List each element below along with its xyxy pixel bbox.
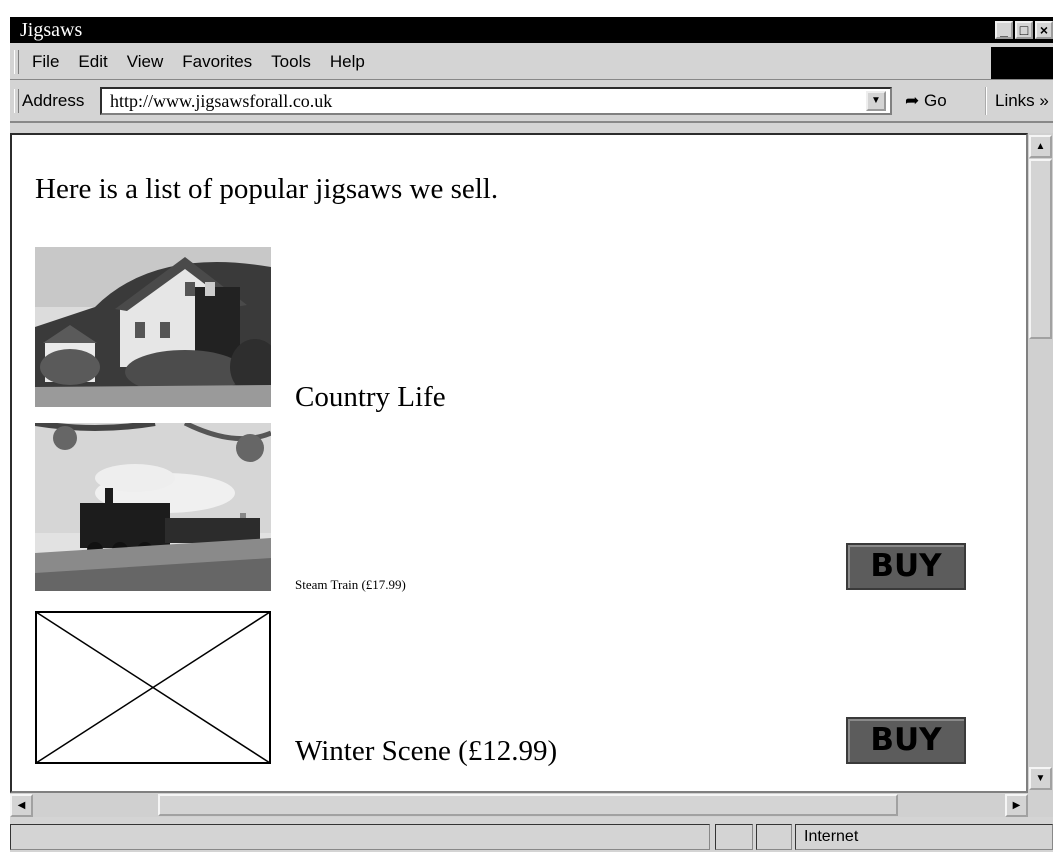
- toolbar-grip: [14, 50, 19, 74]
- maximize-button[interactable]: □: [1015, 21, 1033, 39]
- close-button[interactable]: ×: [1035, 21, 1053, 39]
- vertical-scroll-thumb[interactable]: [1029, 159, 1052, 339]
- menu-items: File Edit View Favorites Tools Help: [32, 45, 384, 79]
- menu-favorites[interactable]: Favorites: [182, 45, 252, 79]
- browser-window: Jigsaws _ □ × File Edit View Favorites T…: [8, 15, 1053, 852]
- address-input[interactable]: http://www.jigsawsforall.co.uk ▼: [100, 87, 892, 115]
- menu-tools[interactable]: Tools: [271, 45, 311, 79]
- links-button[interactable]: Links »: [985, 87, 1049, 115]
- vertical-scrollbar[interactable]: ▲ ▼: [1028, 133, 1053, 793]
- horizontal-scrollbar[interactable]: ◀ ▶: [10, 793, 1053, 817]
- horizontal-scroll-thumb[interactable]: [158, 794, 898, 816]
- links-label: Links: [995, 91, 1035, 110]
- product-caption-winter-scene: Winter Scene (£12.99): [295, 735, 558, 767]
- status-bar: Internet: [10, 820, 1053, 852]
- menu-edit[interactable]: Edit: [78, 45, 107, 79]
- browser-logo-area: [991, 47, 1053, 79]
- go-arrow-icon: ➦: [905, 91, 920, 110]
- menu-view[interactable]: View: [127, 45, 164, 79]
- menu-bar: File Edit View Favorites Tools Help: [10, 45, 1053, 80]
- train-photo[interactable]: [35, 423, 271, 591]
- go-label: Go: [923, 91, 947, 110]
- menu-help[interactable]: Help: [330, 45, 365, 79]
- status-zone-label: Internet: [804, 828, 859, 845]
- title-bar: Jigsaws _ □ ×: [10, 17, 1053, 43]
- status-segment-2: [756, 824, 792, 850]
- address-bar: Address http://www.jigsawsforall.co.uk ▼…: [10, 81, 1053, 123]
- address-label: Address: [22, 91, 85, 110]
- product-caption-country-life: Country Life: [295, 381, 446, 413]
- menu-file[interactable]: File: [32, 45, 59, 79]
- minimize-button[interactable]: _: [995, 21, 1013, 39]
- status-segment-1: [715, 824, 753, 850]
- house-photo[interactable]: [35, 247, 271, 407]
- chevron-right-icon: »: [1039, 91, 1049, 110]
- window-controls: _ □ ×: [995, 21, 1053, 39]
- address-grip: [14, 89, 19, 113]
- address-dropdown-button[interactable]: ▼: [866, 91, 886, 111]
- buy-button-steam-train[interactable]: BUY: [846, 543, 966, 590]
- window-title: Jigsaws: [20, 19, 83, 41]
- missing-image-placeholder: [35, 611, 271, 764]
- scroll-left-button[interactable]: ◀: [10, 794, 33, 817]
- scroll-up-button[interactable]: ▲: [1029, 135, 1052, 158]
- scroll-down-button[interactable]: ▼: [1029, 767, 1052, 790]
- product-caption-steam-train: Steam Train (£17.99): [295, 577, 406, 592]
- address-url: http://www.jigsawsforall.co.uk: [110, 91, 333, 111]
- status-text-segment: [10, 824, 710, 850]
- buy-button-winter-scene[interactable]: BUY: [846, 717, 966, 764]
- status-zone: Internet: [795, 824, 1053, 850]
- page-heading: Here is a list of popular jigsaws we sel…: [35, 173, 499, 205]
- page-content: Here is a list of popular jigsaws we sel…: [10, 133, 1028, 793]
- go-button[interactable]: ➦ Go: [905, 87, 947, 115]
- scroll-right-button[interactable]: ▶: [1005, 794, 1028, 817]
